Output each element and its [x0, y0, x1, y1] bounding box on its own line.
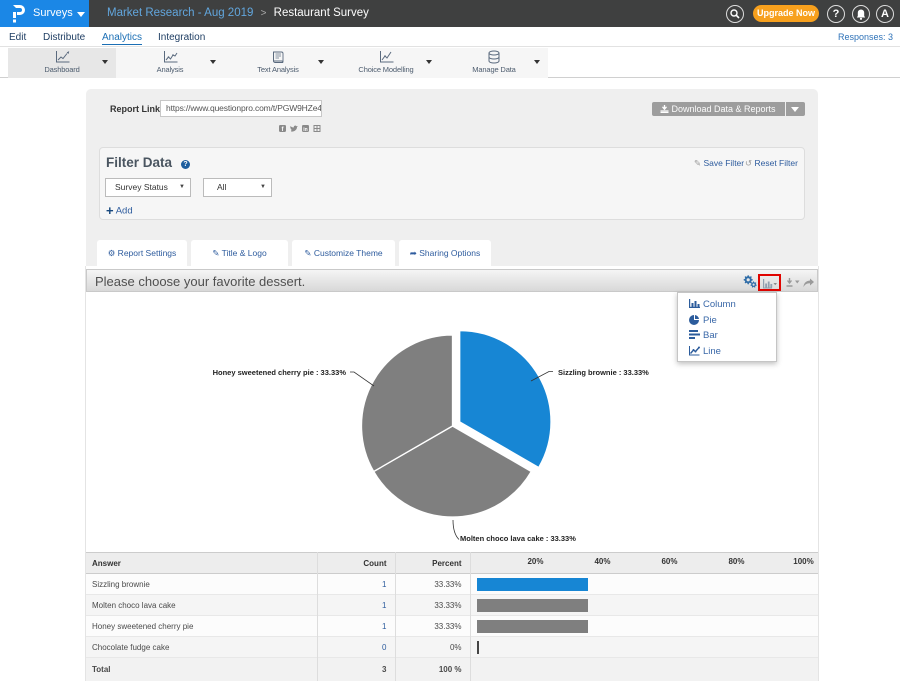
svg-text:in: in	[303, 127, 307, 133]
svg-text:Sizzling brownie : 33.33%: Sizzling brownie : 33.33%	[558, 368, 649, 377]
svg-text:Honey sweetened cherry pie : 3: Honey sweetened cherry pie : 33.33%	[213, 368, 347, 377]
svg-text:Molten choco lava cake : 33.33: Molten choco lava cake : 33.33%	[460, 534, 576, 543]
